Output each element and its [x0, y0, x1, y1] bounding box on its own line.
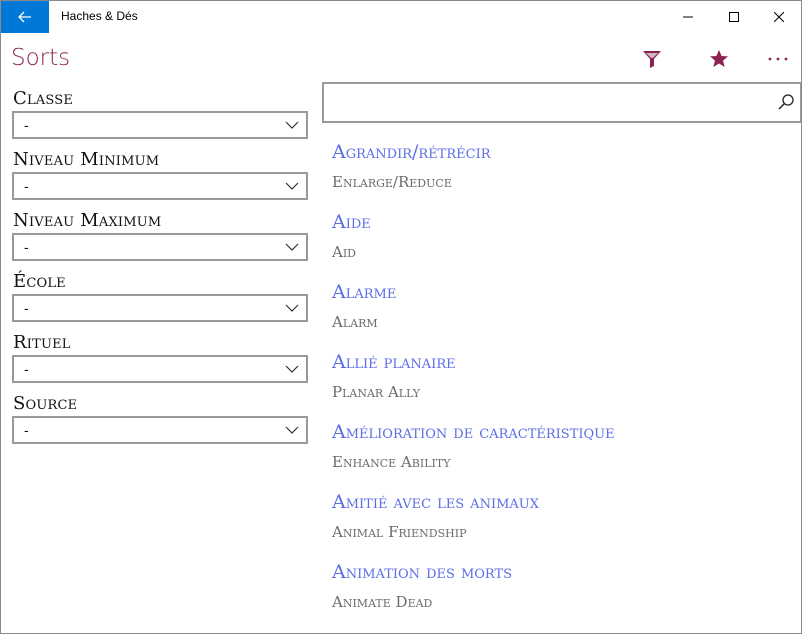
back-button[interactable] — [1, 1, 49, 33]
maximize-icon — [729, 12, 739, 22]
niveau-minimum-select[interactable]: - — [12, 172, 308, 200]
search-icon[interactable] — [777, 93, 795, 111]
niveau-maximum-select[interactable]: - — [12, 233, 308, 261]
filter-label-source: Source — [13, 393, 78, 414]
spell-english-name: Enhance Ability — [332, 453, 451, 471]
spell-name: Aide — [332, 211, 371, 233]
filter-label-rituel: Rituel — [13, 332, 71, 353]
app-title: Haches & Dés — [61, 9, 138, 23]
search-input[interactable] — [322, 82, 801, 123]
maximize-button[interactable] — [711, 1, 757, 33]
niveau-minimum-select-value: - — [24, 178, 29, 194]
rituel-select-value: - — [24, 361, 29, 377]
list-item[interactable]: Aide Aid — [332, 211, 792, 281]
list-item[interactable]: Amitié avec les animaux Animal Friendshi… — [332, 491, 792, 561]
chevron-down-icon — [285, 365, 299, 373]
minimize-icon — [683, 16, 693, 18]
spell-name: Amitié avec les animaux — [332, 491, 539, 513]
app-window: Haches & Dés Sorts Classe - Niveau Minim… — [0, 0, 802, 634]
filter-icon — [643, 51, 661, 68]
star-icon — [710, 50, 728, 67]
spell-english-name: Planar Ally — [332, 383, 420, 401]
title-bar: Haches & Dés — [1, 1, 801, 33]
list-item[interactable]: Alarme Alarm — [332, 281, 792, 351]
spell-english-name: Enlarge/Reduce — [332, 173, 452, 191]
classe-select[interactable]: - — [12, 111, 308, 139]
list-item[interactable]: Animation des morts Animate Dead — [332, 561, 792, 631]
chevron-down-icon — [285, 182, 299, 190]
spell-name: Amélioration de caractéristique — [332, 421, 615, 443]
source-select-value: - — [24, 422, 29, 438]
chevron-down-icon — [285, 243, 299, 251]
spell-english-name: Alarm — [332, 313, 378, 331]
close-button[interactable] — [756, 1, 801, 33]
spell-name: Allié planaire — [332, 351, 456, 373]
list-item[interactable]: Allié planaire Planar Ally — [332, 351, 792, 421]
filter-button[interactable] — [638, 45, 666, 73]
chevron-down-icon — [285, 121, 299, 129]
niveau-maximum-select-value: - — [24, 239, 29, 255]
rituel-select[interactable]: - — [12, 355, 308, 383]
favorites-button[interactable] — [705, 45, 733, 73]
spell-name: Alarme — [332, 281, 397, 303]
chevron-down-icon — [285, 426, 299, 434]
list-item[interactable]: Agrandir/rétrécir Enlarge/Reduce — [332, 141, 792, 211]
spell-name: Agrandir/rétrécir — [332, 141, 491, 163]
filter-label-ecole: École — [13, 271, 66, 292]
chevron-down-icon — [285, 304, 299, 312]
spell-english-name: Animal Friendship — [332, 523, 467, 541]
close-icon — [774, 12, 784, 22]
spell-list: Agrandir/rétrécir Enlarge/Reduce Aide Ai… — [332, 141, 792, 631]
page-title: Sorts — [11, 45, 71, 71]
arrow-left-icon — [18, 11, 31, 23]
source-select[interactable]: - — [12, 416, 308, 444]
spell-english-name: Animate Dead — [332, 593, 433, 611]
spell-name: Animation des morts — [332, 561, 513, 583]
filter-label-niveau-minimum: Niveau Minimum — [13, 149, 160, 170]
ecole-select-value: - — [24, 300, 29, 316]
minimize-button[interactable] — [665, 1, 711, 33]
filter-label-classe: Classe — [13, 88, 74, 109]
classe-select-value: - — [24, 117, 29, 133]
spell-english-name: Aid — [332, 243, 356, 261]
more-button[interactable] — [764, 45, 792, 73]
ecole-select[interactable]: - — [12, 294, 308, 322]
list-item[interactable]: Amélioration de caractéristique Enhance … — [332, 421, 792, 491]
more-icon — [768, 57, 788, 61]
filter-label-niveau-maximum: Niveau Maximum — [13, 210, 162, 231]
